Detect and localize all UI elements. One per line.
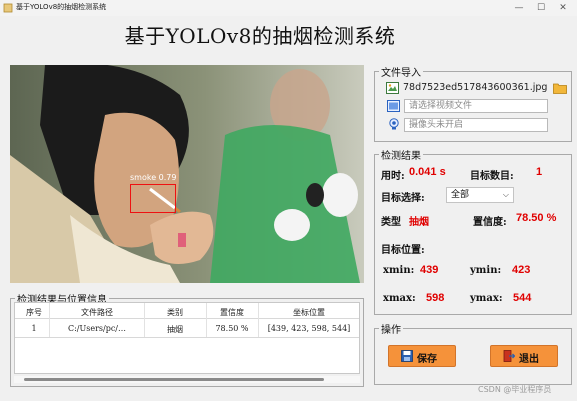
scrollbar-thumb[interactable] bbox=[24, 378, 324, 381]
cell-index: 1 bbox=[31, 324, 37, 333]
target-position-label: 目标位置: bbox=[381, 245, 425, 256]
target-count-label: 目标数目: bbox=[470, 171, 514, 182]
target-select-dropdown[interactable]: 全部 ⌵ bbox=[446, 187, 514, 203]
table-horizontal-scrollbar[interactable] bbox=[14, 376, 360, 383]
xmax-label: xmax: bbox=[383, 293, 416, 304]
column-header-confidence[interactable]: 置信度 bbox=[207, 307, 257, 318]
xmax-value: 598 bbox=[426, 292, 445, 304]
maximize-button[interactable]: ☐ bbox=[530, 1, 552, 15]
column-header-index[interactable]: 序号 bbox=[19, 307, 49, 318]
xmin-value: 439 bbox=[420, 264, 439, 276]
ymax-value: 544 bbox=[513, 292, 532, 304]
column-header-path[interactable]: 文件路径 bbox=[51, 307, 143, 318]
save-button-label: 保存 bbox=[417, 354, 437, 365]
cell-confidence: 78.50 % bbox=[215, 324, 249, 333]
type-value: 抽烟 bbox=[409, 217, 429, 228]
xmin-label: xmin: bbox=[383, 265, 415, 276]
ymin-value: 423 bbox=[512, 264, 531, 276]
target-select-value: 全部 bbox=[451, 190, 470, 200]
ymin-label: ymin: bbox=[470, 265, 502, 276]
app-title: 基于YOLOv8的抽烟检测系统 bbox=[124, 24, 396, 48]
folder-icon[interactable] bbox=[553, 82, 567, 94]
cell-class: 抽烟 bbox=[167, 325, 183, 334]
detection-label: smoke 0.79 bbox=[130, 173, 177, 182]
app-window: 基于YOLOv8的抽烟检测系统 — ☐ ✕ 基于YOLOv8的抽烟检测系统 sm… bbox=[0, 0, 577, 401]
detection-image bbox=[10, 65, 364, 283]
close-button[interactable]: ✕ bbox=[552, 1, 574, 15]
type-label: 类型 bbox=[381, 217, 401, 228]
column-divider bbox=[49, 303, 50, 337]
video-file-icon[interactable] bbox=[387, 100, 400, 112]
save-button[interactable]: 保存 bbox=[388, 345, 456, 367]
window-title: 基于YOLOv8的抽烟检测系统 bbox=[16, 3, 107, 11]
camera-input[interactable]: 摄像头未开启 bbox=[404, 118, 548, 132]
watermark: CSDN @毕业程序员 bbox=[478, 385, 552, 394]
exit-button-label: 退出 bbox=[519, 354, 539, 365]
photo-illustration bbox=[10, 65, 364, 283]
image-file-icon[interactable] bbox=[386, 82, 399, 94]
header-divider bbox=[15, 318, 359, 319]
cell-path: C:/Users/pc/… bbox=[67, 324, 126, 333]
target-count-value: 1 bbox=[536, 166, 543, 178]
column-header-coordinates[interactable]: 坐标位置 bbox=[259, 307, 359, 318]
image-file-name: 78d7523ed517843600361.jpg bbox=[403, 82, 548, 93]
time-value: 0.041 s bbox=[409, 166, 446, 178]
exit-icon bbox=[503, 350, 515, 362]
confidence-value: 78.50 % bbox=[516, 212, 557, 224]
app-icon bbox=[3, 3, 13, 13]
save-icon bbox=[401, 350, 413, 362]
confidence-label: 置信度: bbox=[473, 217, 507, 228]
minimize-button[interactable]: — bbox=[508, 1, 530, 15]
results-table[interactable]: 序号 文件路径 类别 置信度 坐标位置 1 C:/Users/pc/… 抽烟 7… bbox=[14, 302, 360, 374]
video-file-input[interactable]: 请选择视频文件 bbox=[404, 99, 548, 113]
detection-bounding-box bbox=[130, 184, 176, 213]
row-divider bbox=[15, 337, 359, 338]
camera-icon[interactable] bbox=[388, 118, 400, 130]
actions-legend: 操作 bbox=[381, 325, 401, 336]
time-label: 用时: bbox=[381, 171, 405, 182]
cell-coordinates: [439, 423, 598, 544] bbox=[267, 324, 351, 333]
column-header-class[interactable]: 类别 bbox=[145, 307, 205, 318]
ymax-label: ymax: bbox=[470, 293, 503, 304]
detection-results-legend: 检测结果 bbox=[381, 151, 421, 162]
file-import-legend: 文件导入 bbox=[381, 68, 421, 79]
exit-button[interactable]: 退出 bbox=[490, 345, 558, 367]
target-select-label: 目标选择: bbox=[381, 193, 425, 204]
title-bar: 基于YOLOv8的抽烟检测系统 — ☐ ✕ bbox=[0, 0, 577, 16]
chevron-down-icon: ⌵ bbox=[502, 190, 509, 199]
